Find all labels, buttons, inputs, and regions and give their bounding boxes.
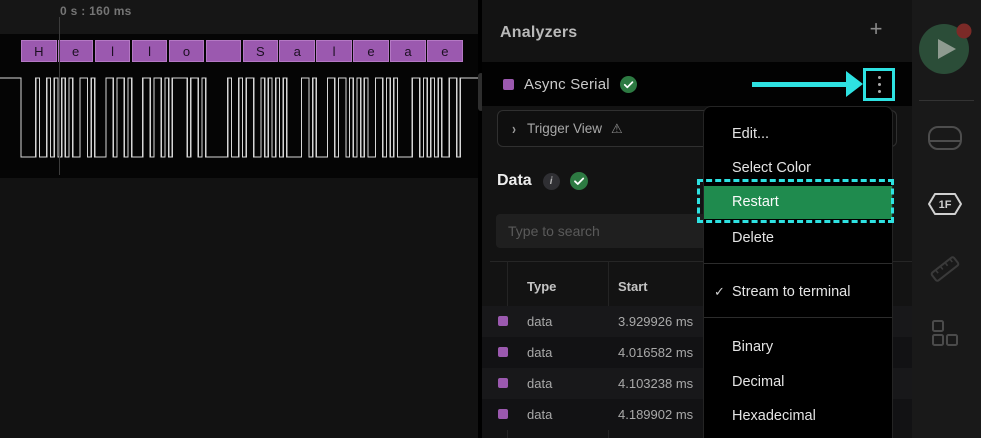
data-title: Data bbox=[497, 172, 532, 190]
cell-type: data bbox=[527, 345, 552, 360]
data-ok-check-icon bbox=[570, 172, 588, 190]
menu-item-label: Stream to terminal bbox=[732, 284, 850, 300]
row-color-swatch bbox=[498, 347, 508, 357]
row-color-swatch bbox=[498, 409, 508, 419]
menu-item-edit[interactable]: Edit... bbox=[704, 117, 892, 151]
decoded-byte-box[interactable]: e bbox=[58, 40, 94, 62]
right-sidebar: 1F bbox=[912, 0, 981, 438]
decoded-byte-box[interactable]: l bbox=[95, 40, 131, 62]
data-section-header: Data i bbox=[497, 172, 588, 190]
menu-item-restart[interactable]: Restart bbox=[704, 186, 892, 219]
measurements-tab-button[interactable] bbox=[926, 254, 964, 284]
app-window: 0 s : 160 ms HelloSaleae Analyzers + Asy… bbox=[0, 0, 981, 438]
warning-icon: ⚠ bbox=[611, 121, 623, 137]
cell-start: 4.103238 ms bbox=[618, 376, 693, 391]
column-header-type[interactable]: Type bbox=[527, 279, 556, 294]
cell-start: 3.929926 ms bbox=[618, 314, 693, 329]
timeline-marker-line bbox=[59, 17, 60, 175]
menu-divider bbox=[704, 263, 892, 264]
kebab-dot bbox=[878, 76, 881, 79]
device-icon bbox=[927, 125, 963, 151]
cell-start: 4.016582 ms bbox=[618, 345, 693, 360]
extensions-tab-button[interactable] bbox=[926, 318, 964, 348]
menu-item-hexadecimal[interactable]: Hexadecimal bbox=[704, 399, 892, 433]
protocol-1f-icon: 1F bbox=[927, 191, 963, 217]
tutorial-arrow-head bbox=[846, 71, 863, 97]
decoded-byte-box[interactable]: l bbox=[316, 40, 352, 62]
svg-text:1F: 1F bbox=[939, 199, 952, 211]
cell-start: 4.189902 ms bbox=[618, 407, 693, 422]
decoded-byte-box[interactable]: e bbox=[427, 40, 463, 62]
analyzer-kebab-menu-button[interactable] bbox=[863, 68, 895, 101]
decoded-byte-box[interactable]: H bbox=[21, 40, 57, 62]
chevron-right-icon: › bbox=[512, 119, 516, 137]
decoded-byte-box[interactable]: e bbox=[353, 40, 389, 62]
add-analyzer-button[interactable]: + bbox=[864, 17, 888, 41]
menu-item-delete[interactable]: Delete bbox=[704, 221, 892, 255]
info-icon[interactable]: i bbox=[543, 173, 560, 190]
tutorial-arrow bbox=[752, 82, 846, 87]
cell-type: data bbox=[527, 314, 552, 329]
decoded-byte-box[interactable]: l bbox=[132, 40, 168, 62]
menu-item-select-color[interactable]: Select Color bbox=[704, 151, 892, 185]
device-settings-button[interactable] bbox=[926, 123, 964, 153]
decoded-byte-box[interactable]: a bbox=[279, 40, 315, 62]
ruler-icon bbox=[928, 254, 962, 284]
menu-divider bbox=[704, 317, 892, 318]
decoded-byte-box[interactable]: a bbox=[390, 40, 426, 62]
trigger-view-label: Trigger View bbox=[527, 121, 602, 136]
sidebar-divider bbox=[919, 100, 974, 101]
cell-type: data bbox=[527, 376, 552, 391]
menu-item-binary[interactable]: Binary bbox=[704, 330, 892, 364]
cell-type: data bbox=[527, 407, 552, 422]
analyzer-context-menu: Edit... Select Color Restart Delete ✓ St… bbox=[703, 106, 893, 438]
row-color-swatch bbox=[498, 316, 508, 326]
kebab-dot bbox=[878, 90, 881, 93]
checkmark-icon: ✓ bbox=[714, 275, 725, 309]
waveform-panel[interactable]: 0 s : 160 ms HelloSaleae bbox=[0, 0, 478, 438]
analyzer-name: Async Serial bbox=[524, 76, 610, 93]
menu-item-decimal[interactable]: Decimal bbox=[704, 365, 892, 399]
digital-channel[interactable]: HelloSaleae bbox=[0, 34, 478, 178]
timeline-timestamp: 0 s : 160 ms bbox=[60, 4, 132, 18]
extensions-blocks-icon bbox=[931, 319, 959, 347]
kebab-dot bbox=[878, 83, 881, 86]
panel-title: Analyzers bbox=[500, 24, 577, 42]
decoded-byte-box[interactable] bbox=[206, 40, 242, 62]
run-capture-button[interactable] bbox=[919, 24, 969, 74]
analyzers-tab-button[interactable]: 1F bbox=[926, 189, 964, 219]
decoded-byte-box[interactable]: o bbox=[169, 40, 205, 62]
menu-item-stream-to-terminal[interactable]: ✓ Stream to terminal bbox=[704, 275, 892, 309]
analyzer-color-swatch bbox=[503, 79, 514, 90]
notification-dot bbox=[956, 23, 972, 39]
decoded-byte-box[interactable]: S bbox=[243, 40, 279, 62]
row-color-swatch bbox=[498, 378, 508, 388]
analyzer-ok-check-icon bbox=[620, 76, 637, 93]
column-header-start[interactable]: Start bbox=[618, 279, 648, 294]
